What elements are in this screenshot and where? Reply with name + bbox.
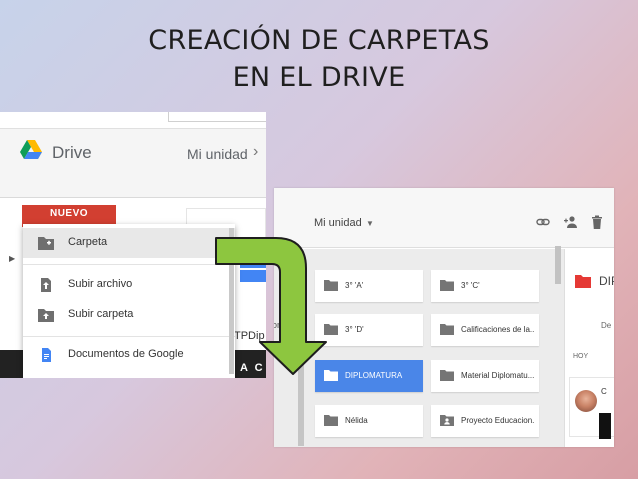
folder-name: 3° 'C' [461,281,480,290]
folder-name: Nélida [345,416,368,425]
menu-item-label: Subir archivo [68,278,133,290]
slide-title: CREACIÓN DE CARPETAS EN EL DRIVE [0,22,638,96]
activity-user-fragment: C [601,387,607,396]
add-person-icon[interactable] [564,215,578,229]
folder-tile-material-diplomatura[interactable]: Material Diplomatu... [431,360,539,392]
dark-thumbnail-fragment [599,413,611,439]
folder-name: Proyecto Educacion... [461,416,535,425]
trash-icon[interactable] [590,215,604,229]
chevron-down-icon[interactable]: ▼ [366,219,374,228]
menu-item-label: Carpeta [68,236,108,248]
breadcrumb-mi-unidad[interactable]: Mi unidad [187,146,248,162]
google-docs-icon [42,348,51,362]
new-folder-icon [38,237,54,250]
breadcrumb-mi-unidad[interactable]: Mi unidad [314,217,362,229]
chevron-right-icon: › [253,143,259,160]
details-title: DIP [599,274,614,288]
slide-title-line-2: EN EL DRIVE [232,62,406,93]
menu-item-subir-carpeta[interactable]: Subir carpeta [23,300,235,330]
menu-item-carpeta[interactable]: Carpeta [23,228,235,258]
slide-title-line-1: CREACIÓN DE CARPETAS [148,25,490,56]
menu-item-subir-archivo[interactable]: Subir archivo [23,270,235,300]
details-tab[interactable]: De [601,321,611,330]
folder-icon [440,370,454,381]
expand-caret-icon[interactable]: ▶ [9,254,15,263]
folder-icon [324,415,338,426]
upload-folder-icon [38,309,54,322]
green-arrow-icon [215,237,327,375]
red-folder-icon [575,275,591,288]
menu-item-documentos-de-google[interactable]: Documentos de Google [23,340,235,370]
scrollbar-thumb[interactable] [555,246,561,284]
folder-tile-calificaciones[interactable]: Calificaciones de la... [431,314,539,346]
drive-logo-icon [20,140,42,159]
menu-divider [23,336,235,337]
menu-item-label: Documentos de Google [68,348,184,360]
folder-name: 3° 'A' [345,281,364,290]
activity-section-label: HOY [573,353,589,360]
shared-folder-icon [440,415,454,426]
folder-tile-proyecto-educacion[interactable]: Proyecto Educacion... [431,405,539,437]
folder-name: Material Diplomatu... [461,371,535,380]
drive-header [0,128,266,198]
folder-name: DIPLOMATURA [345,371,403,380]
folder-name: 3° 'D' [345,325,364,334]
folder-icon [440,324,454,335]
link-icon[interactable] [536,215,550,229]
drive-app-name: Drive [52,143,92,162]
menu-divider [23,264,235,265]
folder-icon [440,280,454,291]
new-item-menu: Carpeta Subir archivo Subir carpeta Docu… [23,224,235,378]
search-box-fragment[interactable] [168,112,266,122]
folder-tile-3c[interactable]: 3° 'C' [431,270,539,302]
menu-item-label: Subir carpeta [68,308,134,320]
avatar [575,390,597,412]
upload-file-icon [41,278,51,292]
folder-tile-nelida[interactable]: Nélida [315,405,423,437]
details-panel: DIP De HOY C [564,249,614,447]
folder-name: Calificaciones de la... [461,325,535,334]
